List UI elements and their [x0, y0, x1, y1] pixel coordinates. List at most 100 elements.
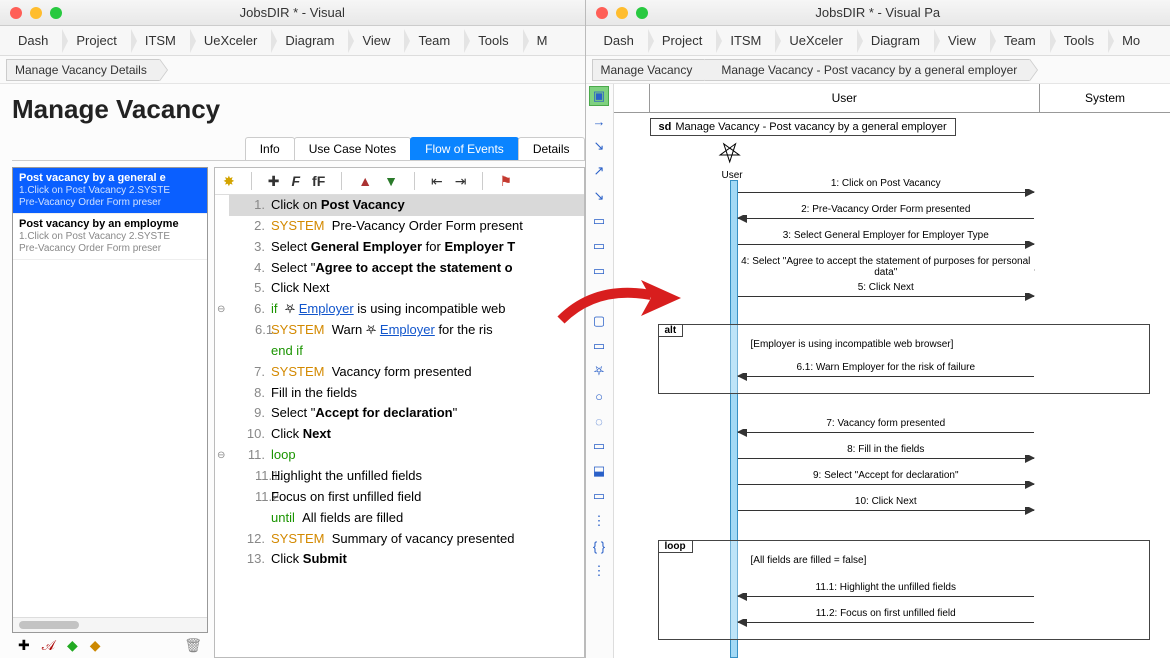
new-icon[interactable]: ✸ [223, 173, 235, 190]
message[interactable]: 9: Select "Accept for declaration" [738, 476, 1035, 492]
menu-dash[interactable]: Dash [590, 29, 648, 53]
step-row[interactable]: 7.SYSTEM Vacancy form presented [229, 362, 584, 383]
tab-info[interactable]: Info [245, 137, 295, 160]
message[interactable]: 1: Click on Post Vacancy [738, 184, 1035, 200]
menu-team[interactable]: Team [404, 29, 464, 53]
palette-tool-14[interactable]: ▭ [589, 436, 609, 456]
step-row[interactable]: 6.1.SYSTEM Warn ⛧ Employer for the ris [229, 320, 584, 341]
palette-tool-11[interactable]: ⛧ [589, 361, 609, 381]
font-icon[interactable]: fF [312, 173, 325, 189]
zoom-icon[interactable] [636, 7, 648, 19]
add-button[interactable]: ✚ [18, 637, 30, 654]
menu-project[interactable]: Project [648, 29, 716, 53]
step-row[interactable]: 4.Select "Agree to accept the statement … [229, 258, 584, 279]
message[interactable]: 6.1: Warn Employer for the risk of failu… [738, 368, 1035, 384]
add-icon[interactable]: ✚ [268, 173, 280, 190]
sequence-diagram[interactable]: User System sd Manage Vacancy - Post vac… [614, 84, 1170, 658]
step-row[interactable]: 1.Click on Post Vacancy [229, 195, 584, 216]
breadcrumb-item[interactable]: Manage Vacancy [592, 59, 706, 81]
message[interactable]: 11.1: Highlight the unfilled fields [738, 588, 1035, 604]
format-icon[interactable]: F [291, 173, 300, 189]
close-icon[interactable] [596, 7, 608, 19]
palette-tool-16[interactable]: ▭ [589, 486, 609, 506]
scenario-item[interactable]: Post vacancy by a general e1.Click on Po… [13, 168, 207, 214]
outdent-icon[interactable]: ⇤ [431, 173, 443, 190]
step-row[interactable]: 8.Fill in the fields [229, 383, 584, 404]
palette-tool-2[interactable]: ↘ [589, 136, 609, 156]
message[interactable]: 11.2: Focus on first unfilled field [738, 614, 1035, 630]
menu-tools[interactable]: Tools [1050, 29, 1108, 53]
tab-details[interactable]: Details [518, 137, 585, 160]
menu-diagram[interactable]: Diagram [857, 29, 934, 53]
scrollbar[interactable] [13, 618, 207, 632]
minimize-icon[interactable] [616, 7, 628, 19]
diamond-green-icon[interactable]: ◆ [67, 637, 78, 654]
menu-uexceler[interactable]: UeXceler [190, 29, 271, 53]
step-row[interactable]: until All fields are filled [229, 508, 584, 529]
menu-diagram[interactable]: Diagram [271, 29, 348, 53]
menu-dash[interactable]: Dash [4, 29, 62, 53]
message[interactable]: 3: Select General Employer for Employer … [738, 236, 1035, 252]
palette-tool-3[interactable]: ↗ [589, 161, 609, 181]
step-row[interactable]: 5.Click Next [229, 278, 584, 299]
menu-itsm[interactable]: ITSM [716, 29, 775, 53]
step-row[interactable]: ⊖11.loop [229, 445, 584, 466]
step-row[interactable]: 11.2.Focus on first unfilled field [229, 487, 584, 508]
menu-itsm[interactable]: ITSM [131, 29, 190, 53]
indent-icon[interactable]: ⇥ [455, 173, 467, 190]
palette-tool-6[interactable]: ▭ [589, 236, 609, 256]
message[interactable]: 7: Vacancy form presented [738, 424, 1035, 440]
palette-tool-10[interactable]: ▭ [589, 336, 609, 356]
menu-view[interactable]: View [934, 29, 990, 53]
up-icon[interactable]: ▲ [358, 173, 372, 189]
menu-team[interactable]: Team [990, 29, 1050, 53]
menu-mo[interactable]: Mo [1108, 29, 1154, 53]
step-row[interactable]: 10.Click Next [229, 424, 584, 445]
step-row[interactable]: 9.Select "Accept for declaration" [229, 403, 584, 424]
close-icon[interactable] [10, 7, 22, 19]
palette-tool-12[interactable]: ○ [589, 386, 609, 406]
diamond-amber-icon[interactable]: ◆ [90, 637, 101, 654]
zoom-icon[interactable] [50, 7, 62, 19]
window-title: JobsDIR * - Visual Pa [586, 5, 1170, 20]
palette-tool-0[interactable]: ▣ [589, 86, 609, 106]
palette-tool-7[interactable]: ▭ [589, 261, 609, 281]
message[interactable]: 4: Select "Agree to accept the statement… [738, 262, 1035, 278]
palette-tool-17[interactable]: ⋮ [589, 511, 609, 531]
message[interactable]: 2: Pre-Vacancy Order Form presented [738, 210, 1035, 226]
step-row[interactable]: end if [229, 341, 584, 362]
scenario-item[interactable]: Post vacancy by an employme1.Click on Po… [13, 214, 207, 260]
palette-tool-18[interactable]: { } [589, 536, 609, 556]
palette-tool-1[interactable]: → [589, 111, 609, 131]
sidepanel-actions: ✚ 𝒜 ◆ ◆ 🗑 [12, 633, 208, 658]
steps[interactable]: 1.Click on Post Vacancy2.SYSTEM Pre-Vaca… [215, 195, 584, 657]
minimize-icon[interactable] [30, 7, 42, 19]
down-icon[interactable]: ▼ [384, 173, 398, 189]
wand-icon[interactable]: 𝒜 [42, 637, 55, 654]
menu-tools[interactable]: Tools [464, 29, 522, 53]
step-row[interactable]: 11.1.Highlight the unfilled fields [229, 466, 584, 487]
step-row[interactable]: 3.Select General Employer for Employer T [229, 237, 584, 258]
menu-uexceler[interactable]: UeXceler [775, 29, 856, 53]
step-row[interactable]: ⊖6.if ⛧ Employer is using incompatible w… [229, 299, 584, 320]
breadcrumb-item[interactable]: Manage Vacancy Details [6, 59, 160, 81]
message[interactable]: 8: Fill in the fields [738, 450, 1035, 466]
trash-icon[interactable]: 🗑 [184, 637, 202, 654]
breadcrumb-item[interactable]: Manage Vacancy - Post vacancy by a gener… [704, 59, 1030, 81]
menu-m[interactable]: M [523, 29, 562, 53]
flag-icon[interactable]: ⚑ [499, 173, 512, 190]
tab-flow-of-events[interactable]: Flow of Events [410, 137, 519, 160]
palette-tool-13[interactable]: ◌ [589, 411, 609, 431]
menu-project[interactable]: Project [62, 29, 130, 53]
step-row[interactable]: 2.SYSTEM Pre-Vacancy Order Form present [229, 216, 584, 237]
palette-tool-4[interactable]: ↘ [589, 186, 609, 206]
step-row[interactable]: 12.SYSTEM Summary of vacancy presented [229, 529, 584, 550]
palette-tool-19[interactable]: ⋮ [589, 561, 609, 581]
menu-view[interactable]: View [348, 29, 404, 53]
step-row[interactable]: 13.Click Submit [229, 549, 584, 570]
message[interactable]: 10: Click Next [738, 502, 1035, 518]
palette-tool-15[interactable]: ⬓ [589, 461, 609, 481]
message[interactable]: 5: Click Next [738, 288, 1035, 304]
palette-tool-5[interactable]: ▭ [589, 211, 609, 231]
tab-use-case-notes[interactable]: Use Case Notes [294, 137, 411, 160]
